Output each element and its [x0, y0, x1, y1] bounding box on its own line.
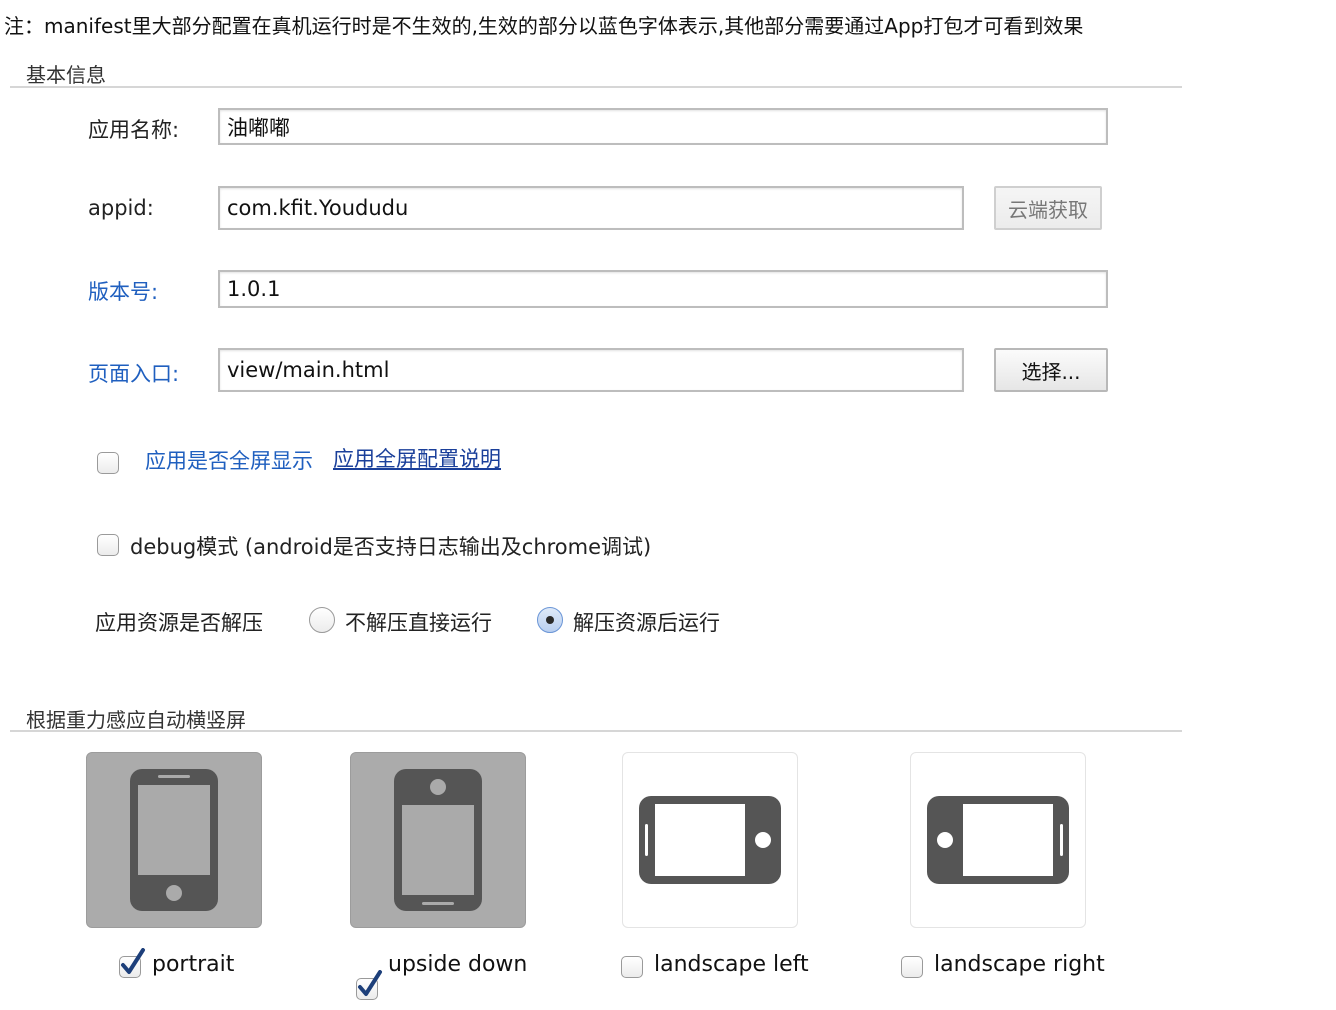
phone-portrait-icon	[130, 769, 218, 911]
section-divider	[10, 730, 1182, 732]
appid-input[interactable]	[218, 186, 964, 230]
phone-landscape-right-icon	[927, 796, 1069, 884]
landscape-left-label: landscape left	[654, 952, 809, 977]
checkmark-icon	[121, 948, 145, 974]
manifest-note: 注：manifest里大部分配置在真机运行时是不生效的,生效的部分以蓝色字体表示…	[4, 14, 1084, 38]
upside-down-label: upside down	[388, 952, 528, 977]
entry-page-input[interactable]	[218, 348, 964, 392]
section-title-basic: 基本信息	[26, 63, 106, 87]
choose-entry-button[interactable]: 选择...	[994, 348, 1108, 392]
app-name-label: 应用名称:	[88, 118, 180, 142]
phone-upside-down-icon	[394, 769, 482, 911]
unzip-radio[interactable]	[537, 607, 563, 633]
checkmark-icon	[358, 970, 382, 996]
upside-down-tile[interactable]	[350, 752, 526, 928]
landscape-left-tile[interactable]	[622, 752, 798, 928]
no-unzip-label: 不解压直接运行	[345, 611, 492, 635]
fullscreen-label: 应用是否全屏显示	[145, 449, 313, 473]
unzip-label: 应用资源是否解压	[95, 611, 263, 635]
cloud-fetch-button[interactable]: 云端获取	[994, 186, 1102, 230]
version-input[interactable]	[218, 270, 1108, 308]
no-unzip-radio[interactable]	[309, 607, 335, 633]
section-title-orientation: 根据重力感应自动横竖屏	[26, 708, 246, 732]
upside-down-checkbox[interactable]	[356, 970, 382, 1000]
radio-selected-dot	[546, 616, 554, 624]
unzip-option-label: 解压资源后运行	[573, 611, 720, 635]
portrait-checkbox[interactable]	[119, 948, 145, 978]
app-name-input[interactable]	[218, 108, 1108, 145]
phone-landscape-left-icon	[639, 796, 781, 884]
fullscreen-help-link[interactable]: 应用全屏配置说明	[333, 443, 501, 473]
appid-label: appid:	[88, 196, 154, 220]
fullscreen-checkbox[interactable]	[97, 452, 119, 474]
section-divider	[10, 86, 1182, 88]
portrait-tile[interactable]	[86, 752, 262, 928]
landscape-right-label: landscape right	[934, 952, 1105, 977]
version-label: 版本号:	[88, 280, 159, 304]
landscape-left-checkbox[interactable]	[621, 956, 643, 978]
landscape-right-tile[interactable]	[910, 752, 1086, 928]
entry-page-label: 页面入口:	[88, 362, 180, 386]
debug-label: debug模式 (android是否支持日志输出及chrome调试)	[130, 535, 652, 559]
debug-checkbox[interactable]	[97, 534, 119, 556]
portrait-label: portrait	[152, 952, 235, 977]
landscape-right-checkbox[interactable]	[901, 956, 923, 978]
